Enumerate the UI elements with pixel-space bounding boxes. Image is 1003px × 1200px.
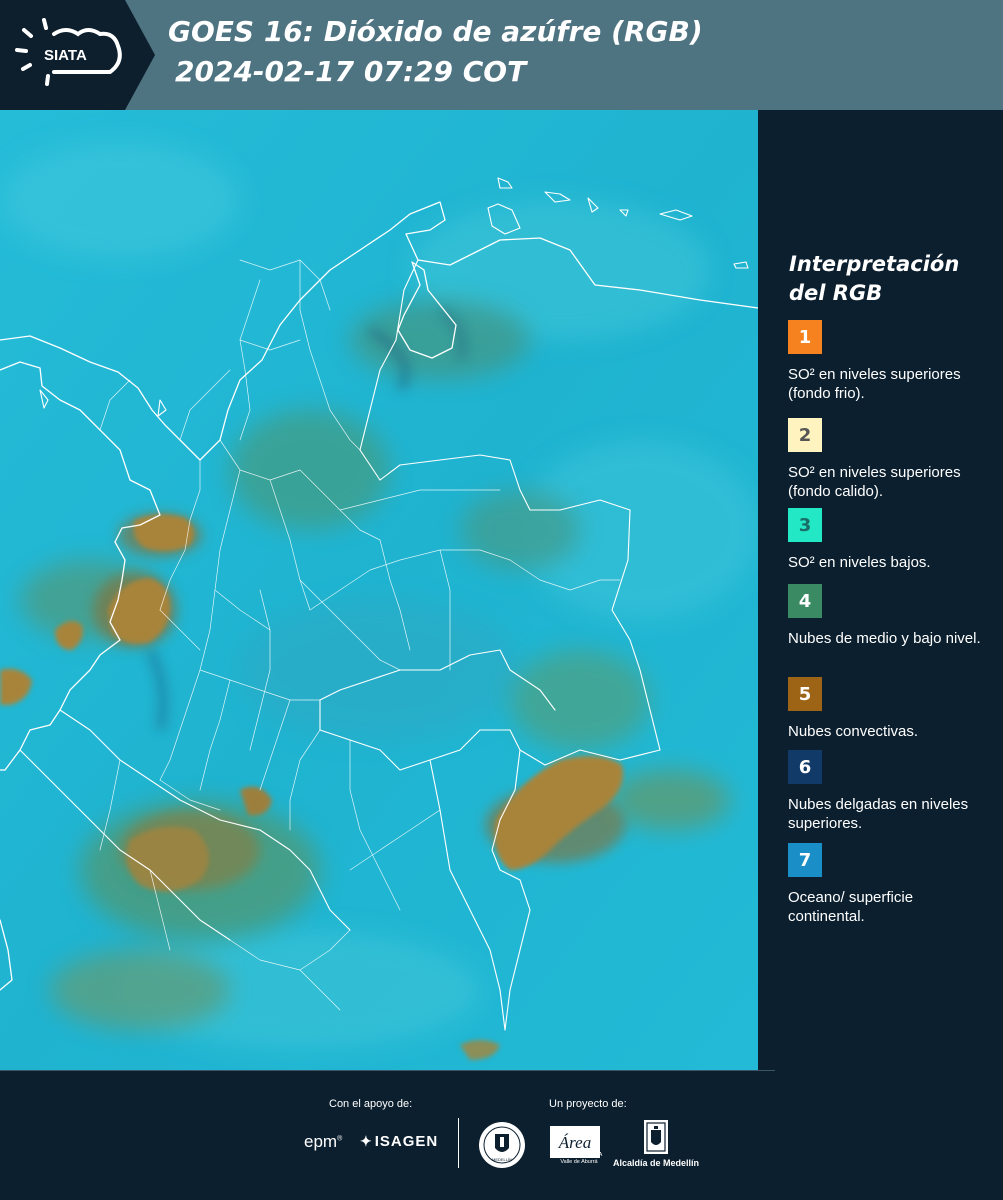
siata-logo: SIATA [15, 18, 122, 86]
legend-item: 7 Oceano/ superficie continental. [788, 843, 988, 926]
legend-title: Interpretación del RGB [789, 252, 960, 305]
legend-swatch: 6 [788, 750, 822, 784]
legend-label: SO² en niveles bajos. [788, 554, 931, 571]
timestamp: 2024-02-17 07:29 COT [175, 55, 527, 88]
footer-divider [458, 1118, 459, 1168]
legend-item: 2 SO² en niveles superiores (fondo calid… [788, 418, 988, 501]
seal-text: MEDELLÍN [492, 1157, 512, 1162]
isagen-logo: ✦ ISAGEN [360, 1133, 438, 1150]
legend-swatch: 5 [788, 677, 822, 711]
epm-logo: epm® [304, 1132, 343, 1151]
area-title: Área [558, 1133, 591, 1152]
legend-item: 1 SO² en niveles superiores (fondo frio)… [788, 320, 988, 403]
legend-swatch: 3 [788, 508, 822, 542]
legend-item: 3 SO² en niveles bajos. [788, 508, 988, 572]
legend-panel: Interpretación del RGB 1 SO² en niveles … [758, 110, 1003, 1070]
legend-swatch: 2 [788, 418, 822, 452]
legend-item: 5 Nubes convectivas. [788, 677, 988, 741]
logo-block: SIATA [0, 0, 155, 110]
legend-label: SO² en niveles superiores (fondo frio). [788, 366, 961, 402]
isagen-star-icon: ✦ [360, 1133, 373, 1149]
project-caption: Un proyecto de: [549, 1098, 627, 1110]
legend-swatch: 4 [788, 584, 822, 618]
legend-item: 4 Nubes de medio y bajo nivel. [788, 584, 988, 648]
page-title: GOES 16: Dióxido de azúfre (RGB) [168, 15, 703, 48]
legend-label: Nubes de medio y bajo nivel. [788, 630, 981, 647]
legend-swatch: 1 [788, 320, 822, 354]
legend-swatch: 7 [788, 843, 822, 877]
legend-label: Nubes convectivas. [788, 723, 919, 740]
satellite-map [0, 110, 758, 1070]
support-caption: Con el apoyo de: [329, 1098, 413, 1110]
siata-logo-text: SIATA [44, 47, 87, 64]
legend-label: SO² en niveles superiores (fondo calido)… [788, 464, 961, 500]
legend-label: Nubes delgadas en niveles superiores. [788, 796, 969, 832]
header-bar: SIATA GOES 16: Dióxido de azúfre (RGB) 2… [0, 0, 1003, 110]
alcaldia-shield-icon [644, 1120, 668, 1154]
alcaldia-label: Alcaldía de Medellín [613, 1158, 700, 1168]
medellin-seal-logo: MEDELLÍN [479, 1122, 525, 1168]
page: SIATA GOES 16: Dióxido de azúfre (RGB) 2… [0, 0, 1003, 1200]
footer-divider-line [0, 1070, 775, 1071]
footer: Con el apoyo de: Un proyecto de: epm® ✦ I… [0, 1070, 1003, 1200]
isagen-logo-text: ISAGEN [374, 1133, 439, 1150]
epm-logo-text: epm [304, 1132, 338, 1151]
legend-label: Oceano/ superficie continental. [788, 889, 914, 925]
area-subtitle: METROPOLITANA Valle de Aburrá [555, 1152, 603, 1165]
legend-item: 6 Nubes delgadas en niveles superiores. [788, 750, 988, 833]
